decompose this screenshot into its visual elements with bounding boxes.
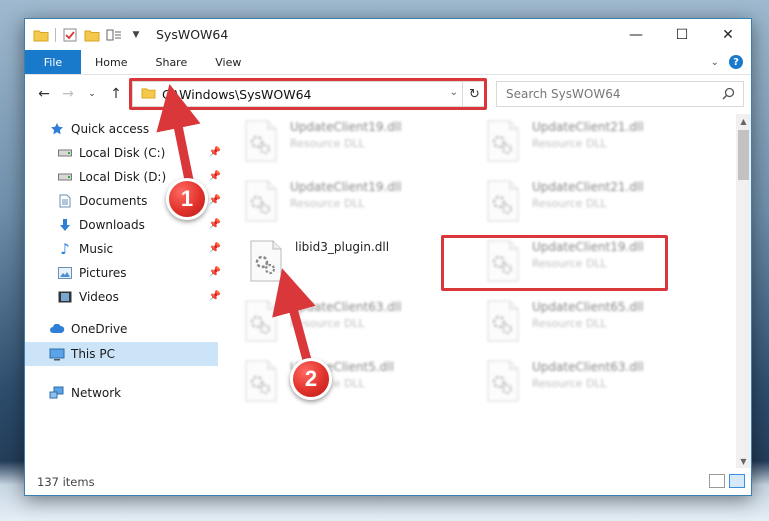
annotation-arrows xyxy=(156,83,316,365)
arrow-to-file xyxy=(272,268,316,365)
step-badge-1: 1 xyxy=(166,178,208,220)
arrow-to-address-bar xyxy=(156,83,201,190)
step-badge-2: 2 xyxy=(290,358,332,400)
